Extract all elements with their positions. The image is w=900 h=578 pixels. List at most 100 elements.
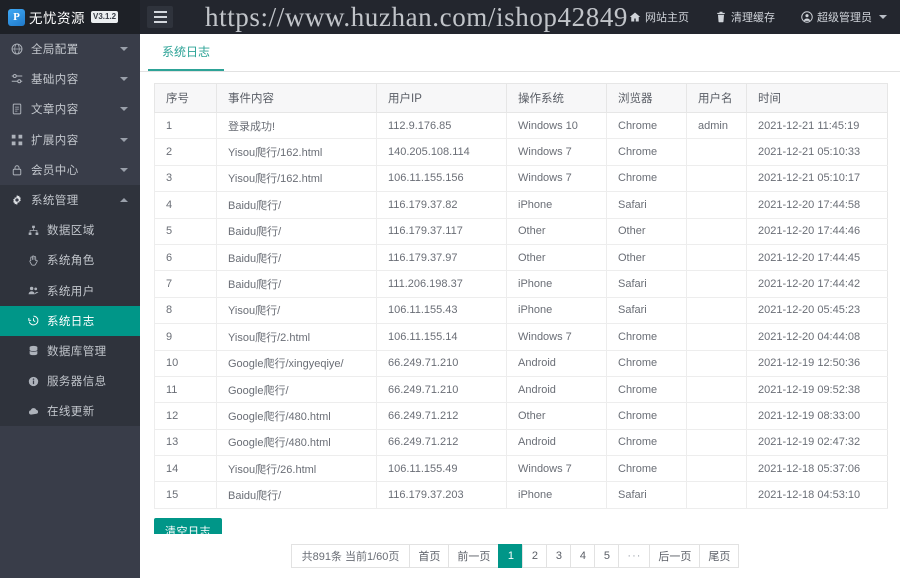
sidebar-subitem-label: 数据库管理 [47,345,107,358]
trash-icon [715,11,727,23]
cell-user [686,297,747,325]
cell-browser: Safari [606,191,687,219]
table-row: 4 Baidu爬行/116.179.37.82 iPhone Safari 2021-1… [154,191,888,219]
cell-user [686,218,747,245]
cell-index: 3 [154,165,217,193]
cell-user [686,402,747,430]
topnav-item-clear-cache[interactable]: 清理缓存 [702,0,788,34]
hand-icon [28,255,41,266]
table-row: 3 Yisou爬行/162.html 106.11.155.156 Windows 7… [154,165,888,193]
column-header-os: 操作系统 [506,83,607,113]
sidebar-item-label: 全局配置 [31,44,79,57]
sidebar-item-label: 文章内容 [31,104,79,117]
cell-index: 12 [154,402,217,430]
menu-toggle-button[interactable] [147,6,173,28]
topnav-label: 网站主页 [645,12,689,24]
sidebar-item-system-user[interactable]: 系统用户 [0,276,140,306]
cell-os: Other [506,402,607,430]
app-title: 无忧资源 [29,11,85,26]
cell-time: 2021-12-20 17:44:58 [746,191,888,219]
cell-ip: 66.249.71.210 [376,376,507,404]
database-icon [28,345,41,356]
cell-os: Windows 7 [506,455,607,483]
sidebar-item-article-content[interactable]: 文章内容 [0,94,140,124]
brand-logo-area[interactable]: P 无忧资源 V3.1.2 [0,0,140,34]
cell-ip: 106.11.155.14 [376,323,507,351]
cell-os: Android [506,376,607,404]
topnav-item-home[interactable]: 网站主页 [616,0,702,34]
sidebar-item-database-management[interactable]: 数据库管理 [0,336,140,366]
table-row: 2 Yisou爬行/162.html 140.205.108.114 Windows … [154,138,888,166]
clear-log-button[interactable]: 清空日志 [154,517,222,534]
sidebar-item-data-region[interactable]: 数据区域 [0,215,140,245]
sidebar-item-system-management[interactable]: 系统管理 [0,184,140,216]
cell-browser: Other [606,244,687,272]
cell-os: iPhone [506,191,607,219]
cell-index: 4 [154,191,217,219]
cell-os: Android [506,429,607,457]
user-circle-icon [801,11,813,23]
cell-user [686,455,747,483]
cell-time: 2021-12-19 08:33:00 [746,402,888,430]
table-row: 9 Yisou爬行/2.html 106.11.155.14 Windows 7 Chr… [154,323,888,351]
pagination-page-3[interactable]: 3 [546,544,571,568]
sidebar-item-label: 会员中心 [31,164,79,177]
cell-event: Google爬行/480.html [216,429,377,457]
table-row: 10 Google爬行/xingyeqiye/66.249.71.210 Andro… [154,350,888,377]
sidebar-item-basic-content[interactable]: 基础内容 [0,64,140,94]
pagination-info: 共891条 当前1/60页 [290,544,410,568]
table-row: 1 登录成功! 112.9.176.85 Windows 10 Chrome admin 2… [154,112,888,140]
pagination-page-1[interactable]: 1 [498,544,523,568]
cell-os: iPhone [506,270,607,298]
table-row: 14 Yisou爬行/26.html 106.11.155.49 Windows 7C… [154,455,888,483]
sidebar-item-system-role[interactable]: 系统角色 [0,245,140,275]
gear-icon [11,194,25,206]
cell-time: 2021-12-21 05:10:33 [746,138,888,166]
cell-ip: 106.11.155.49 [376,455,507,483]
cell-index: 13 [154,429,217,457]
sidebar-item-system-log[interactable]: 系统日志 [0,305,140,336]
table-row: 11 Google爬行/66.249.71.210 Android Chrome 202… [154,376,888,404]
home-icon [629,11,641,23]
cell-user [686,323,747,351]
sidebar-item-label: 扩展内容 [31,134,79,147]
cell-browser: Chrome [606,165,687,193]
pagination: 共891条 当前1/60页 首页 前一页 1 2 3 4 5 ··· 后一页 尾页 [290,544,740,568]
cell-index: 7 [154,270,217,298]
pagination-bar: 共891条 当前1/60页 首页 前一页 1 2 3 4 5 ··· 后一页 尾页 [140,534,900,578]
sidebar-item-server-info[interactable]: 服务器信息 [0,366,140,396]
pagination-prev-button[interactable]: 前一页 [448,544,499,568]
cell-event: Baidu爬行/ [216,191,377,219]
cell-browser: Chrome [606,376,687,404]
pagination-page-2[interactable]: 2 [522,544,547,568]
top-nav: 网站主页 清理缓存 超级管理员 [616,0,900,34]
sidebar-item-label: 基础内容 [31,74,79,87]
pagination-page-5[interactable]: 5 [594,544,619,568]
sidebar-item-global-config[interactable]: 全局配置 [0,34,140,64]
cell-user [686,244,747,272]
pagination-first-button[interactable]: 首页 [409,544,449,568]
cell-index: 14 [154,455,217,483]
cell-ip: 116.179.37.82 [376,191,507,219]
sidebar-item-member-center[interactable]: 会员中心 [0,155,140,185]
cell-index: 5 [154,218,217,245]
pagination-last-button[interactable]: 尾页 [699,544,740,568]
cell-user [686,376,747,404]
sidebar-item-extended-content[interactable]: 扩展内容 [0,125,140,155]
table-header-row: 序号 事件内容 用户IP 操作系统 浏览器 用户名 时间 [154,83,888,113]
sidebar-item-online-update[interactable]: 在线更新 [0,396,140,426]
cell-browser: Safari [606,481,687,509]
cell-ip: 66.249.71.212 [376,429,507,457]
pagination-next-button[interactable]: 后一页 [649,544,700,568]
cell-os: Other [506,218,607,245]
chevron-down-icon [120,77,128,82]
globe-icon [11,43,25,55]
topnav-item-user[interactable]: 超级管理员 [788,0,900,34]
tab-system-log[interactable]: 系统日志 [148,34,225,71]
document-icon [11,103,25,115]
cell-user [686,138,747,166]
cell-ip: 112.9.176.85 [376,112,507,140]
sidebar-submenu-system: 数据区域 系统角色 系统用户 系统日志 数据库管理 服务器信息 在线更新 [0,215,140,427]
pagination-page-4[interactable]: 4 [570,544,595,568]
cell-browser: Chrome [606,138,687,166]
